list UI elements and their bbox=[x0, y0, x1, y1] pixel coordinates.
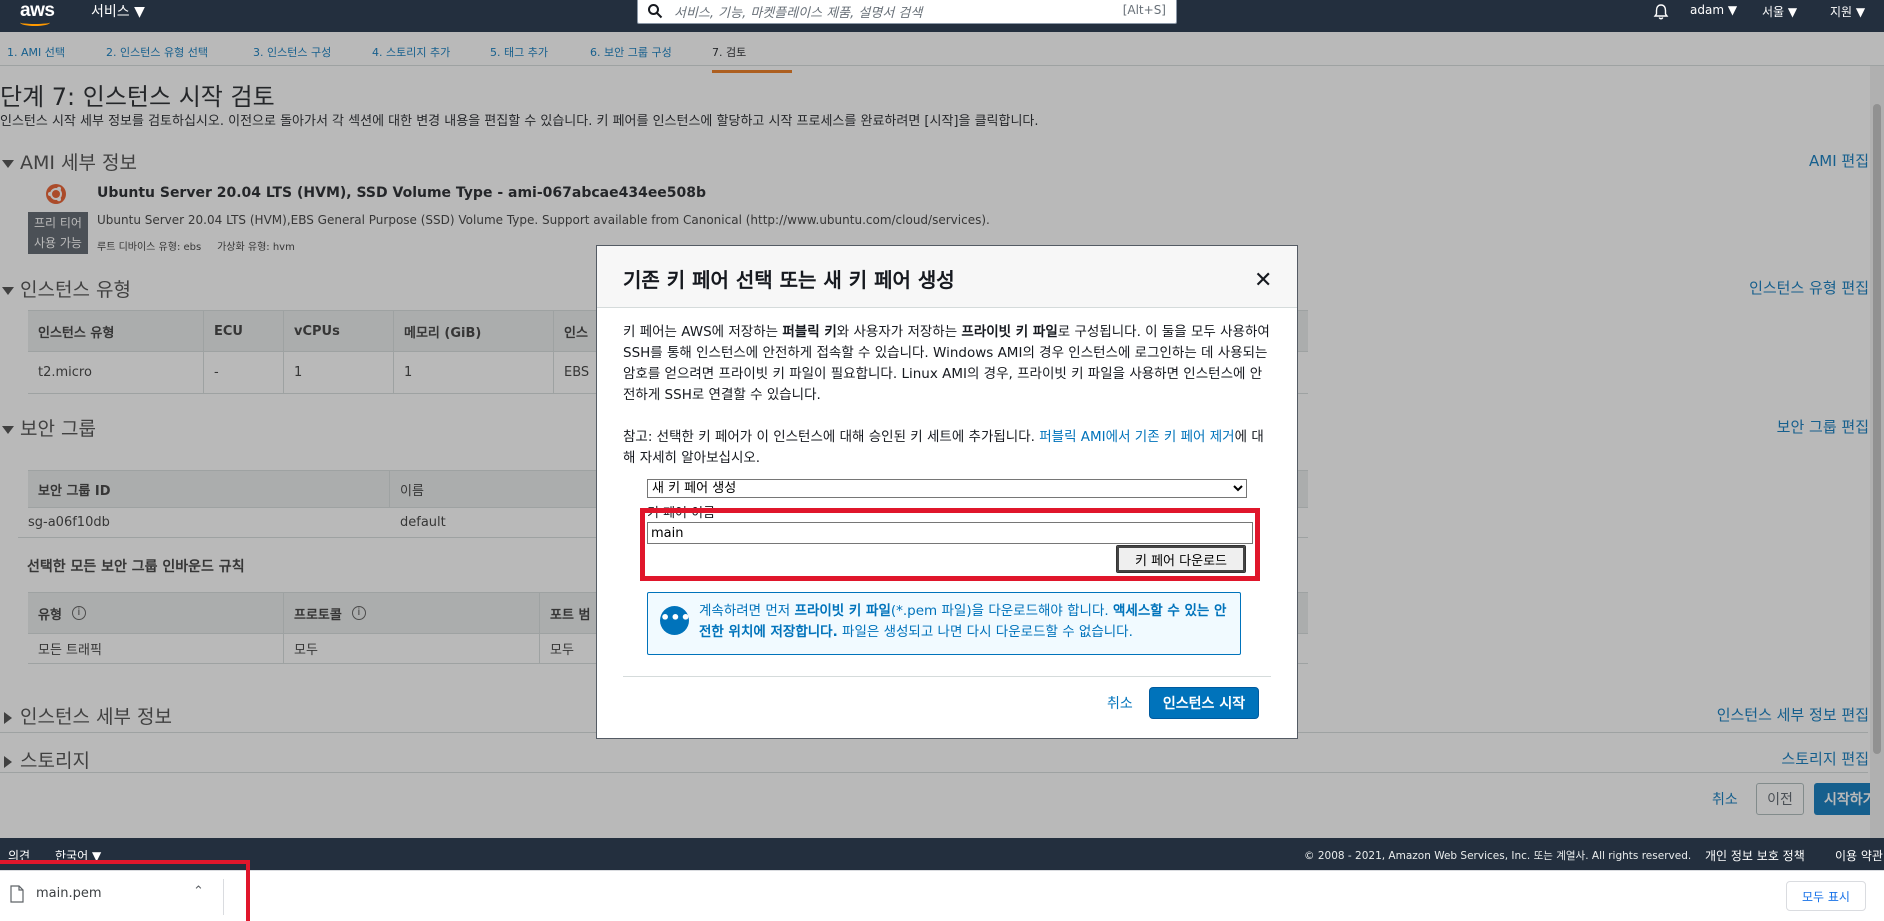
divider bbox=[623, 676, 1271, 677]
bell-icon[interactable] bbox=[1652, 3, 1670, 21]
show-all-button[interactable]: 모두 표시 bbox=[1786, 881, 1866, 911]
text-span: 키 페어는 AWS에 저장하는 bbox=[623, 324, 783, 340]
support-menu[interactable]: 지원 ▼ bbox=[1830, 3, 1865, 20]
highlight-box bbox=[640, 508, 1260, 581]
search-placeholder: 서비스, 기능, 마켓플레이스 제품, 설명서 검색 bbox=[674, 6, 923, 21]
copyright: © 2008 - 2021, Amazon Web Services, Inc.… bbox=[1304, 850, 1692, 862]
text-bold: 프라이빗 키 파일 bbox=[961, 324, 1058, 340]
modal-description: 키 페어는 AWS에 저장하는 퍼블릭 키와 사용자가 저장하는 프라이빗 키 … bbox=[623, 322, 1273, 406]
text-span: 계속하려면 먼저 bbox=[699, 603, 795, 619]
info-alert: ••• 계속하려면 먼저 프라이빗 키 파일(*.pem 파일)을 다운로드해야… bbox=[647, 592, 1241, 655]
search-hotkey: [Alt+S] bbox=[1122, 3, 1166, 17]
launch-instances-button[interactable]: 인스턴스 시작 bbox=[1149, 687, 1259, 719]
remove-key-pair-link[interactable]: 퍼블릭 AMI에서 기존 키 페어 제거 bbox=[1039, 429, 1234, 445]
services-menu[interactable]: 서비스 ▼ bbox=[91, 1, 145, 21]
info-text: 계속하려면 먼저 프라이빗 키 파일(*.pem 파일)을 다운로드해야 합니다… bbox=[699, 601, 1234, 643]
aws-logo-smile bbox=[20, 19, 50, 26]
modal-title: 기존 키 페어 선택 또는 새 키 페어 생성 bbox=[623, 268, 955, 292]
download-bar: main.pem ⌃ 모두 표시 bbox=[0, 860, 1884, 921]
key-pair-option-select[interactable]: 새 키 페어 생성 bbox=[647, 479, 1247, 498]
text-span: 참고: 선택한 키 페어가 이 인스턴스에 대해 승인된 키 세트에 추가됩니다… bbox=[623, 429, 1040, 445]
close-icon[interactable]: ✕ bbox=[1254, 268, 1272, 293]
terms-link[interactable]: 이용 약관 bbox=[1835, 847, 1883, 864]
text-span: 파일은 생성되고 나면 다시 다운로드할 수 없습니다. bbox=[837, 624, 1133, 640]
user-menu[interactable]: adam ▼ bbox=[1690, 3, 1737, 17]
modal-cancel-link[interactable]: 취소 bbox=[1107, 693, 1133, 713]
footer: 의견 한국어 ▼ © 2008 - 2021, Amazon Web Servi… bbox=[0, 838, 1884, 870]
text-span: 와 사용자가 저장하는 bbox=[836, 324, 962, 340]
key-pair-modal: 기존 키 페어 선택 또는 새 키 페어 생성 ✕ 키 페어는 AWS에 저장하… bbox=[596, 245, 1298, 739]
search-icon bbox=[648, 4, 663, 19]
modal-note: 참고: 선택한 키 페어가 이 인스턴스에 대해 승인된 키 세트에 추가됩니다… bbox=[623, 427, 1273, 469]
search-box[interactable]: 서비스, 기능, 마켓플레이스 제품, 설명서 검색 [Alt+S] bbox=[637, 0, 1177, 24]
text-bold: 프라이빗 키 파일 bbox=[794, 603, 891, 619]
region-menu[interactable]: 서울 ▼ bbox=[1762, 3, 1797, 20]
chat-bubble-icon: ••• bbox=[660, 606, 691, 635]
text-bold: 퍼블릭 키 bbox=[782, 324, 837, 340]
privacy-link[interactable]: 개인 정보 보호 정책 bbox=[1705, 847, 1805, 864]
text-span: (*.pem 파일)을 다운로드해야 합니다. bbox=[890, 603, 1113, 619]
top-navigation-bar: aws 서비스 ▼ 서비스, 기능, 마켓플레이스 제품, 설명서 검색 [Al… bbox=[0, 0, 1884, 32]
highlight-box bbox=[0, 860, 250, 921]
